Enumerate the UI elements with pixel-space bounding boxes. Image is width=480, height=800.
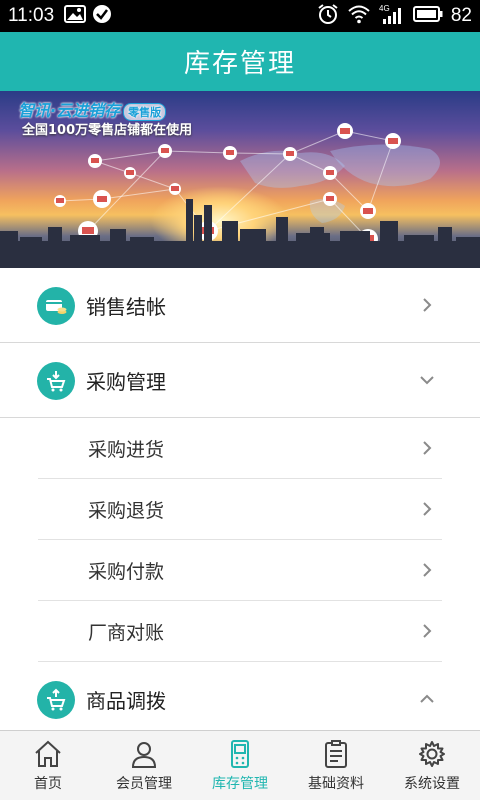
chevron-down-icon [420, 376, 434, 385]
tab-basic-data[interactable]: 基础资料 [288, 731, 384, 800]
submenu-item-label: 采购付款 [88, 561, 165, 583]
banner-brand-name: 智讯·云进销存 [18, 101, 121, 120]
banner-slogan: 全国100万零售店铺都在使用 [22, 123, 193, 138]
tab-label: 首页 [34, 776, 62, 792]
chevron-right-icon [423, 563, 432, 577]
tab-home[interactable]: 首页 [0, 731, 96, 800]
gear-icon [419, 741, 445, 767]
submenu-item-purchase-in[interactable]: 采购进货 [0, 418, 480, 479]
promo-banner[interactable]: 智讯·云进销存 零售版 全国100万零售店铺都在使用 [0, 91, 480, 268]
status-time: 11:03 [8, 5, 55, 26]
app-header: 库存管理 [0, 32, 480, 91]
submenu-item-supplier-reconciliation[interactable]: 厂商对账 [0, 601, 480, 662]
tab-members[interactable]: 会员管理 [96, 731, 192, 800]
inventory-device-icon [231, 740, 249, 768]
tab-inventory[interactable]: 库存管理 [192, 731, 288, 800]
tab-label: 会员管理 [116, 776, 172, 792]
home-icon [35, 740, 61, 767]
submenu-item-label: 厂商对账 [88, 622, 165, 644]
user-icon [131, 742, 157, 768]
chevron-right-icon [423, 441, 432, 455]
submenu-item-label: 采购进货 [88, 439, 165, 461]
status-bar: 11:03 4G 82 [0, 0, 480, 32]
check-circle-icon [92, 4, 112, 28]
menu-item-label: 采购管理 [86, 369, 166, 394]
page-title: 库存管理 [183, 49, 296, 79]
wifi-icon [347, 4, 371, 28]
menu-item-sales-checkout[interactable]: 销售结帐 [0, 268, 480, 343]
alarm-icon [317, 3, 339, 29]
svg-text:4G: 4G [379, 4, 390, 13]
chevron-right-icon [423, 624, 432, 638]
bottom-tab-bar: 首页 会员管理 库存管理 基础资料 系统设置 [0, 730, 480, 800]
signal-icon: 4G [379, 3, 405, 29]
battery-icon [412, 5, 443, 27]
chevron-up-icon [420, 694, 434, 703]
menu-item-label: 销售结帐 [86, 294, 166, 319]
chevron-right-icon [423, 298, 432, 312]
transfer-cart-icon [37, 681, 75, 719]
menu-item-purchase-management[interactable]: 采购管理 [0, 343, 480, 418]
battery-level: 82 [450, 5, 472, 26]
menu-item-label: 商品调拨 [86, 689, 166, 713]
image-icon [64, 5, 87, 27]
submenu-item-purchase-payment[interactable]: 采购付款 [0, 540, 480, 601]
tab-label: 库存管理 [212, 776, 268, 792]
menu-item-goods-transfer[interactable]: 商品调拨 [0, 662, 480, 730]
chevron-right-icon [423, 502, 432, 516]
purchase-cart-icon [37, 362, 75, 400]
submenu-item-label: 采购退货 [88, 500, 165, 522]
tab-label: 系统设置 [404, 776, 460, 792]
tab-settings[interactable]: 系统设置 [384, 731, 480, 800]
checkout-card-icon [37, 287, 75, 325]
banner-brand: 智讯·云进销存 零售版 [18, 97, 167, 121]
menu-list: 销售结帐 采购管理 采购进货 采购退货 采购付款 厂商对账 商品调拨 [0, 268, 480, 730]
clipboard-icon [325, 740, 347, 768]
submenu-item-purchase-return[interactable]: 采购退货 [0, 479, 480, 540]
tab-label: 基础资料 [308, 776, 364, 792]
